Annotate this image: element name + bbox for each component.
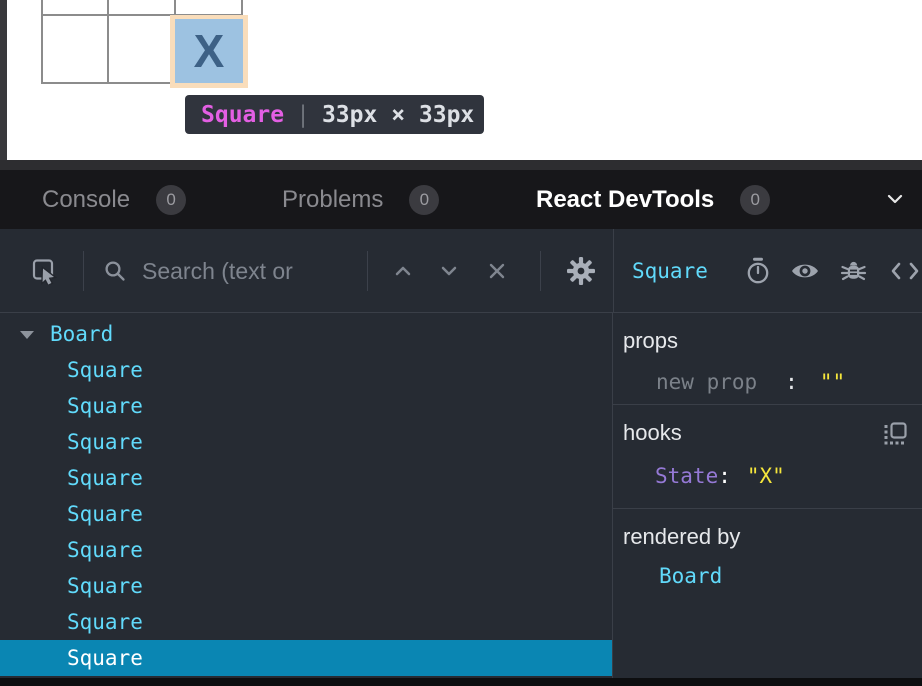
tree-row-square[interactable]: Square [0,460,612,496]
tree-row-label: Square [67,646,143,670]
search-icon [103,259,127,283]
tree-row-square[interactable]: Square [0,532,612,568]
tooltip-component-name: Square [201,102,284,128]
tab-problems-badge: 0 [409,185,439,215]
window-left-edge [0,0,7,160]
tree-row-square[interactable]: Square [0,568,612,604]
search-prev-icon[interactable] [392,260,414,282]
inspect-highlight-margin: X [170,15,248,88]
view-source-code-icon[interactable] [890,260,920,282]
inspect-tooltip: Square | 33px × 33px [185,95,484,134]
profiler-timer-icon[interactable] [745,257,771,285]
rendered-by-section: rendered by Board [613,509,922,678]
tree-row-square[interactable]: Square [0,496,612,532]
tree-row-square[interactable]: Square [0,388,612,424]
search-next-icon[interactable] [438,260,460,282]
tree-row-square-selected[interactable]: Square [0,640,612,676]
eye-inspect-icon[interactable] [790,259,820,283]
tab-console[interactable]: Console 0 [42,170,186,229]
grid-line [41,0,43,84]
parse-hook-names-icon[interactable] [883,421,908,446]
tree-row-label: Square [67,610,143,634]
settings-gear-icon[interactable] [566,256,596,286]
tree-row-square[interactable]: Square [0,352,612,388]
rendered-by-title: rendered by [623,524,908,550]
new-prop-input[interactable]: new prop [656,370,757,394]
tab-console-label: Console [42,186,130,214]
hooks-section: hooks [613,405,922,509]
tree-row-label: Square [67,358,143,382]
props-title: props [623,328,908,354]
expand-triangle-icon[interactable] [20,331,34,339]
tab-react-devtools[interactable]: React DevTools 0 [536,170,770,229]
tree-row-label: Square [67,466,143,490]
devtools-toolbar: Square [0,229,922,313]
tree-row-square[interactable]: Square [0,424,612,460]
rendered-by-row: Board [623,564,908,588]
chevron-down-icon[interactable] [884,188,906,210]
hooks-colon: : [718,464,731,488]
component-tree: Board Square Square Square Square Square… [0,313,613,678]
square-cell-highlighted[interactable]: X [175,19,243,83]
bug-debug-icon[interactable] [840,257,867,284]
react-devtools-panel: Square [0,229,922,678]
tree-row-label: Square [67,394,143,418]
search-input[interactable] [140,229,362,314]
tree-row-label: Square [67,574,143,598]
toolbar-left [0,229,614,312]
square-cell-value: X [194,24,225,78]
hook-state-label: State [655,464,718,488]
props-colon: : [785,370,798,394]
props-section: props new prop : "" [613,313,922,405]
search-clear-icon[interactable] [486,260,508,282]
tooltip-separator: | [296,102,310,128]
props-row: new prop : "" [623,370,908,394]
grid-line [107,0,109,84]
toolbar-divider [83,251,84,291]
screenshot-root: X Square | 33px × 33px Console 0 Problem… [0,0,922,686]
toolbar-divider [367,251,368,291]
hook-state-value[interactable]: "X" [747,464,785,488]
devtools-tab-bar: Console 0 Problems 0 React DevTools 0 [0,170,922,229]
tree-row-label: Square [67,502,143,526]
browser-page: X Square | 33px × 33px [0,0,922,160]
new-prop-value-input[interactable]: "" [820,370,845,394]
tree-row-label: Board [50,322,113,346]
window-bottom-edge [0,678,922,686]
tooltip-dimensions: 33px × 33px [322,102,474,128]
devtools-top-border [0,160,922,170]
hooks-state-row: State: "X" [623,464,908,488]
selected-component-name: Square [632,259,708,283]
inspect-element-icon[interactable] [31,257,57,284]
tree-row-board[interactable]: Board [0,316,612,352]
tree-row-label: Square [67,538,143,562]
tree-row-square[interactable]: Square [0,604,612,640]
tab-react-devtools-label: React DevTools [536,186,714,214]
toolbar-right: Square [614,229,922,312]
rendered-by-board-link[interactable]: Board [659,564,722,588]
tab-console-badge: 0 [156,185,186,215]
tab-problems-label: Problems [282,186,383,214]
toolbar-divider [540,251,541,291]
tab-react-devtools-badge: 0 [740,185,770,215]
tree-row-label: Square [67,430,143,454]
hooks-title: hooks [623,420,682,446]
component-details: props new prop : "" hooks [613,313,922,678]
tab-problems[interactable]: Problems 0 [282,170,439,229]
devtools-content: Board Square Square Square Square Square… [0,313,922,678]
